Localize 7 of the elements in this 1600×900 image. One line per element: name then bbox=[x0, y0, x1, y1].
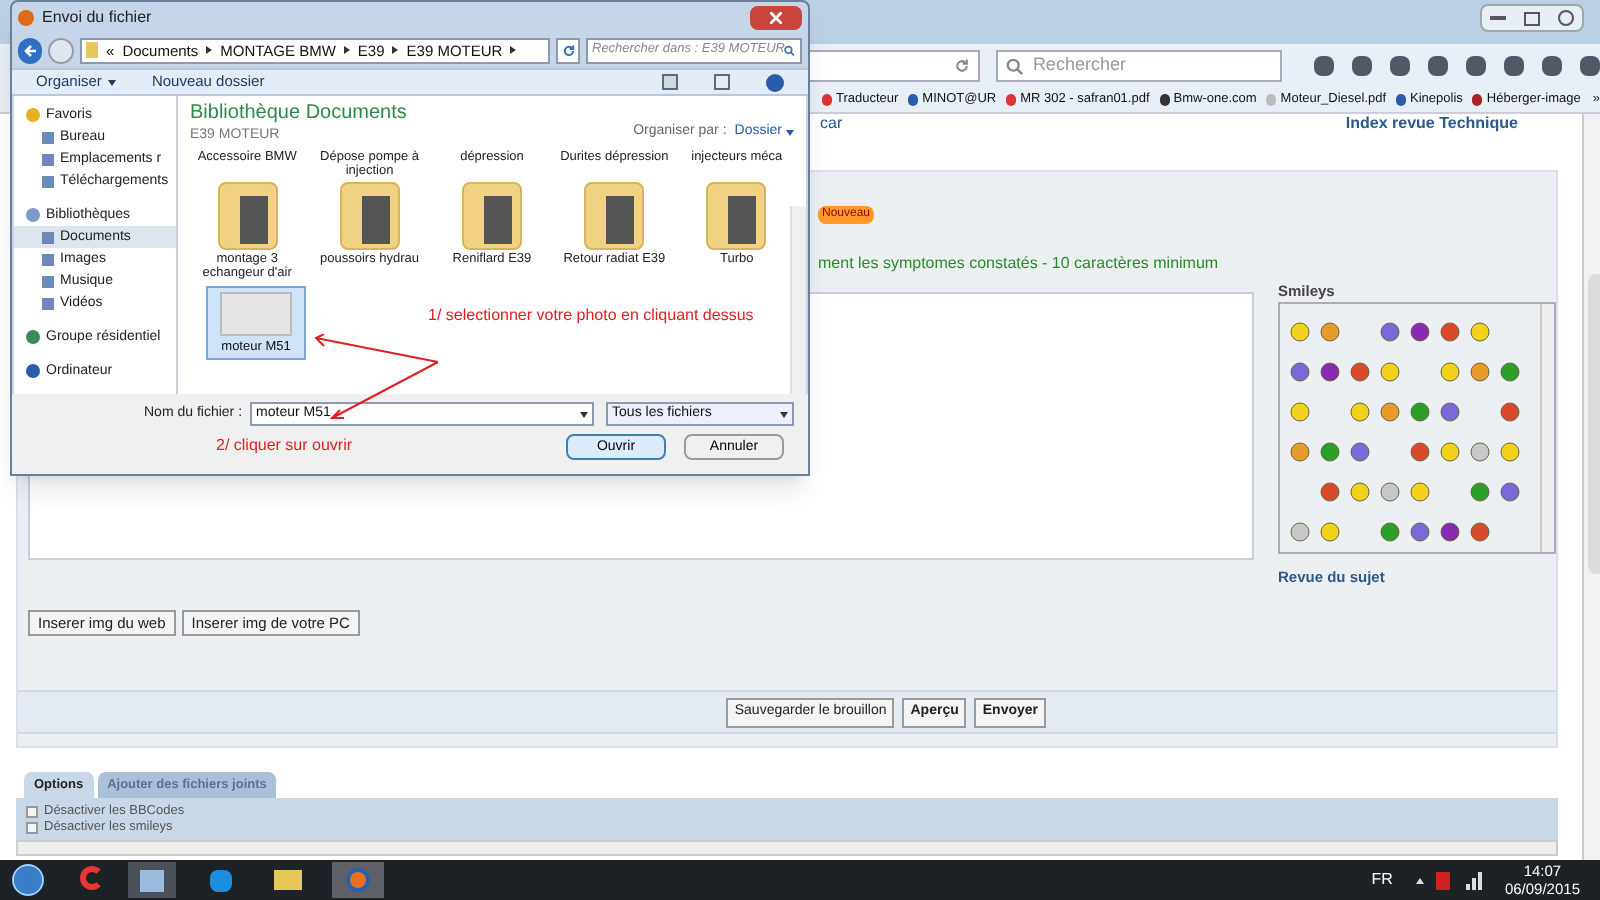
annotation-text: 1/ selectionner votre photo en cliquant dessus bbox=[428, 304, 754, 329]
hint-text: ment les symptomes constatés - 10 caractères minimum bbox=[818, 254, 1219, 272]
dialog-title: Envoi du fichier bbox=[42, 5, 152, 30]
page-text: car bbox=[820, 114, 843, 132]
search-placeholder: Rechercher bbox=[1032, 52, 1126, 79]
annotation-text: 2/ cliquer sur ouvrir bbox=[216, 433, 353, 458]
library-title: Bibliothèque Documents bbox=[190, 102, 407, 127]
